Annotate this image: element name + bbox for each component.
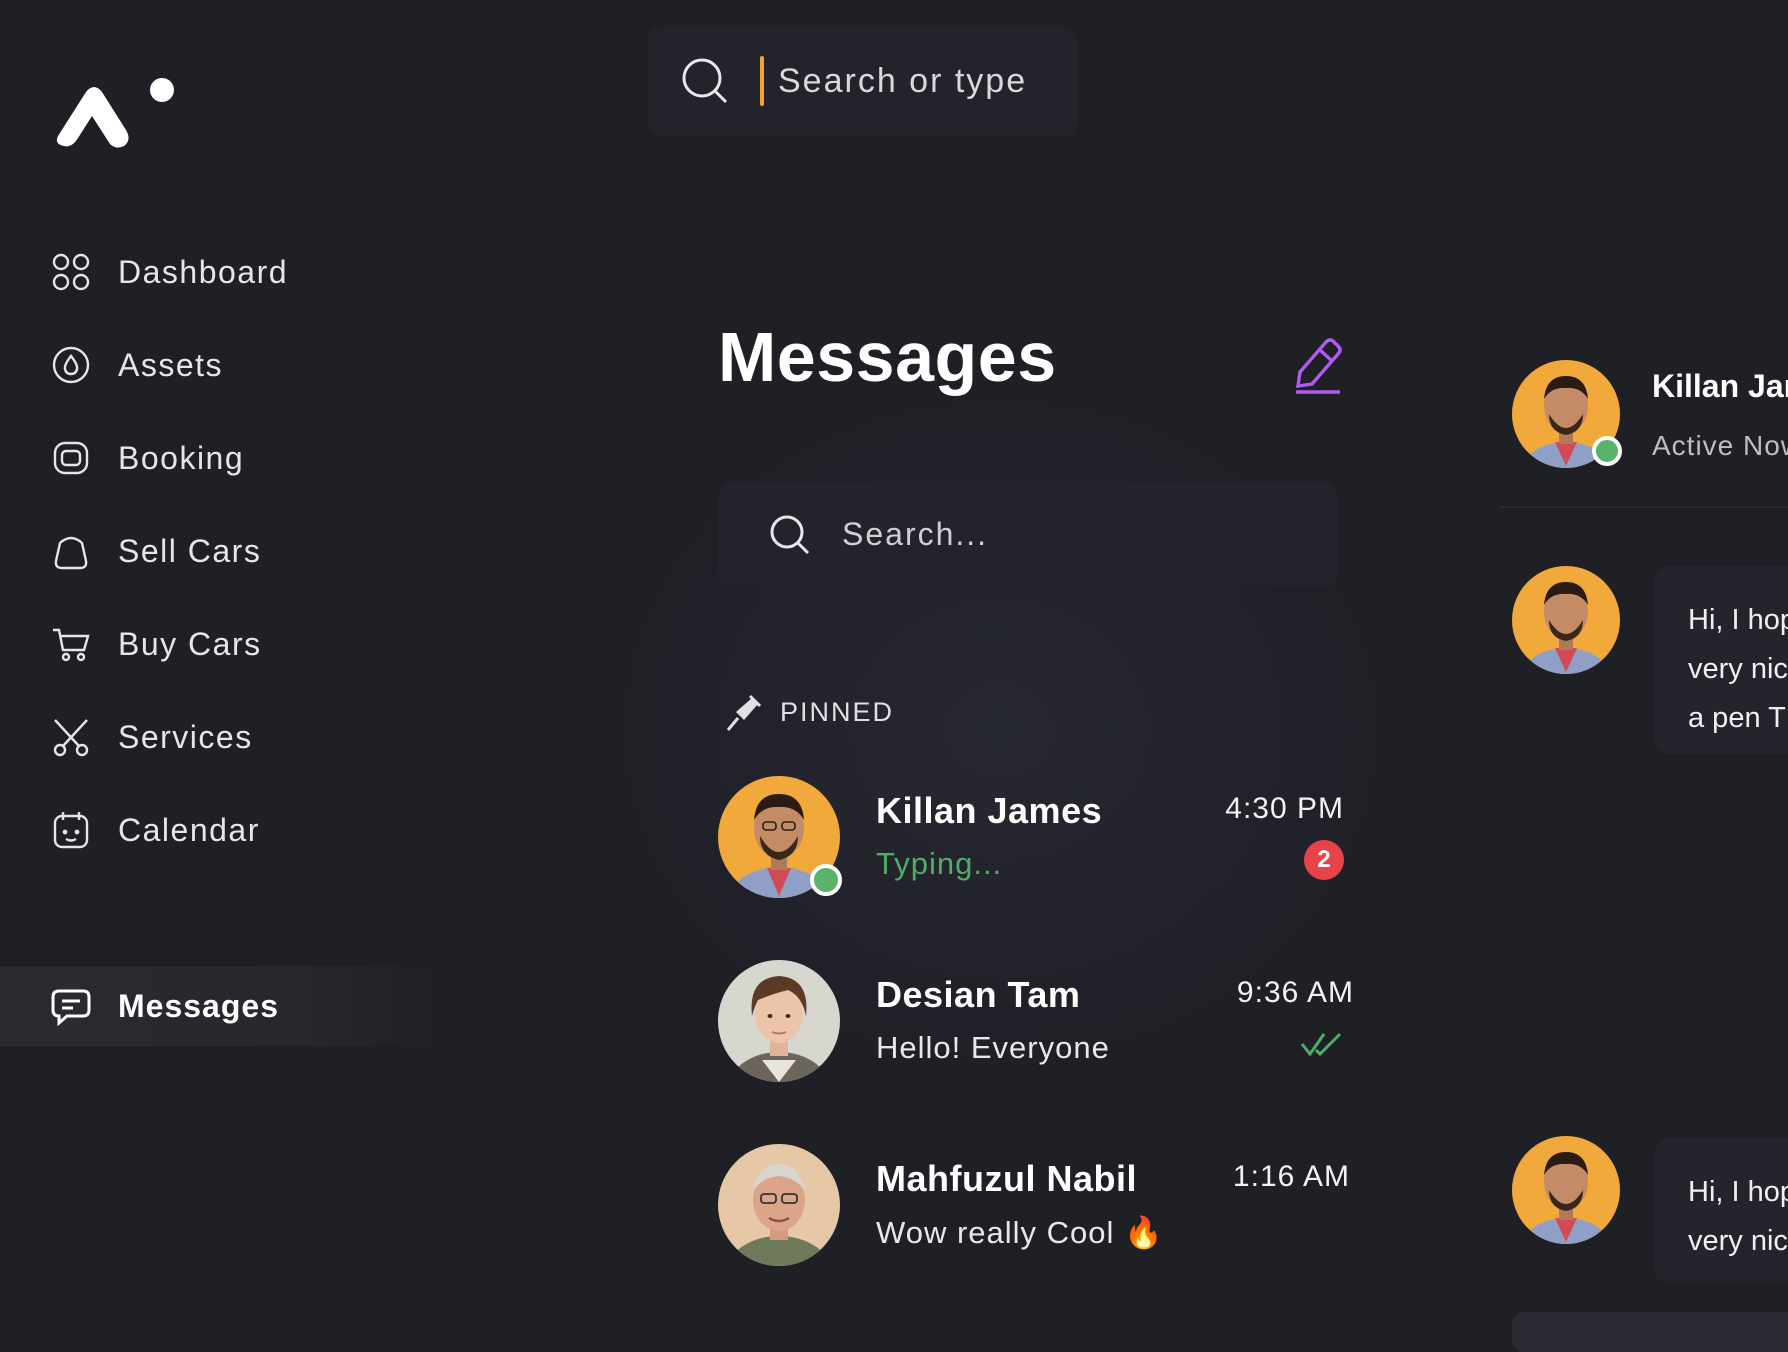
sidebar-item-booking[interactable]: Booking: [0, 418, 440, 498]
message-bubble: Hi, I hope very nice a pen T: [1654, 566, 1788, 754]
search-icon: [682, 58, 728, 104]
message-bubble: Hi, I hope very nice: [1654, 1138, 1788, 1284]
global-search[interactable]: Search or type: [648, 26, 1078, 136]
message-input[interactable]: [1512, 1312, 1788, 1352]
sidebar-item-buy-cars[interactable]: Buy Cars: [0, 604, 440, 684]
page-title: Messages: [718, 318, 1057, 396]
cart-icon: [50, 623, 92, 665]
chat-name: Mahfuzul Nabil: [876, 1158, 1137, 1199]
chat-item-desian-tam[interactable]: Desian Tam Hello! Everyone 9:36 AM: [718, 960, 1368, 1084]
sidebar-item-label: Calendar: [118, 811, 260, 848]
message-line: Hi, I hope: [1688, 1176, 1788, 1208]
message-line: Hi, I hope: [1688, 604, 1788, 636]
chat-name: Killan James: [876, 790, 1103, 831]
chat-time: 9:36 AM: [1236, 976, 1354, 1009]
conversation-name: Killan James: [1652, 368, 1788, 404]
booking-icon: [50, 437, 92, 479]
unread-badge: 2: [1304, 840, 1344, 880]
calendar-icon: [50, 809, 92, 851]
sidebar-item-label: Messages: [118, 987, 279, 1024]
chat-time: 4:30 PM: [1225, 792, 1344, 825]
sidebar-item-dashboard[interactable]: Dashboard: [0, 232, 440, 312]
pin-icon: [726, 694, 762, 731]
sidebar-item-label: Booking: [118, 439, 245, 476]
pinned-label: PINNED: [780, 696, 895, 727]
conversation-status: Active Now: [1652, 430, 1788, 461]
message-icon: [50, 985, 92, 1027]
chat-preview: Typing...: [876, 846, 1003, 881]
chat-preview: Wow really Cool 🔥: [876, 1215, 1164, 1250]
chat-time: 1:16 AM: [1232, 1160, 1350, 1193]
pinned-header: PINNED: [722, 690, 894, 734]
avatar: [718, 1144, 840, 1266]
search-icon: [770, 515, 810, 555]
sidebar-item-calendar[interactable]: Calendar: [0, 790, 440, 870]
assets-drop-icon: [50, 344, 92, 386]
message-line: very nice: [1688, 653, 1788, 685]
online-indicator: [1592, 436, 1622, 466]
message-search[interactable]: Search...: [718, 482, 1338, 586]
sidebar-item-services[interactable]: Services: [0, 697, 440, 777]
message-avatar: [1512, 1136, 1620, 1244]
shopping-bag-icon: [50, 530, 92, 572]
message-avatar: [1512, 566, 1620, 674]
global-search-input[interactable]: Search or type: [778, 62, 1027, 101]
sidebar-item-messages[interactable]: Messages: [0, 966, 440, 1046]
divider: [1500, 506, 1788, 508]
sidebar-item-label: Assets: [118, 346, 224, 383]
sidebar-item-label: Sell Cars: [118, 532, 262, 569]
avatar: [718, 960, 840, 1082]
chat-name: Desian Tam: [876, 974, 1081, 1015]
read-receipt-icon: [1300, 1032, 1342, 1057]
message-line: very nice: [1688, 1225, 1788, 1257]
app-logo: [56, 78, 174, 148]
chat-item-mahfuzul-nabil[interactable]: Mahfuzul Nabil Wow really Cool 🔥 1:16 AM: [718, 1144, 1368, 1268]
sidebar-item-sell-cars[interactable]: Sell Cars: [0, 511, 440, 591]
online-indicator: [810, 864, 842, 896]
sidebar-item-assets[interactable]: Assets: [0, 325, 440, 405]
text-caret: [760, 56, 764, 106]
chat-preview: Hello! Everyone: [876, 1030, 1110, 1065]
message-search-input[interactable]: Search...: [842, 516, 988, 553]
sidebar-item-label: Buy Cars: [118, 625, 262, 662]
scissors-icon: [50, 716, 92, 758]
sidebar-item-label: Dashboard: [118, 253, 289, 290]
message-line: a pen T: [1688, 702, 1786, 734]
sidebar-item-label: Services: [118, 718, 253, 755]
dashboard-grid-icon: [50, 251, 92, 293]
chat-item-killan-james[interactable]: Killan James Typing... 4:30 PM 2: [718, 776, 1368, 900]
pen-edit-icon[interactable]: [1290, 334, 1346, 394]
